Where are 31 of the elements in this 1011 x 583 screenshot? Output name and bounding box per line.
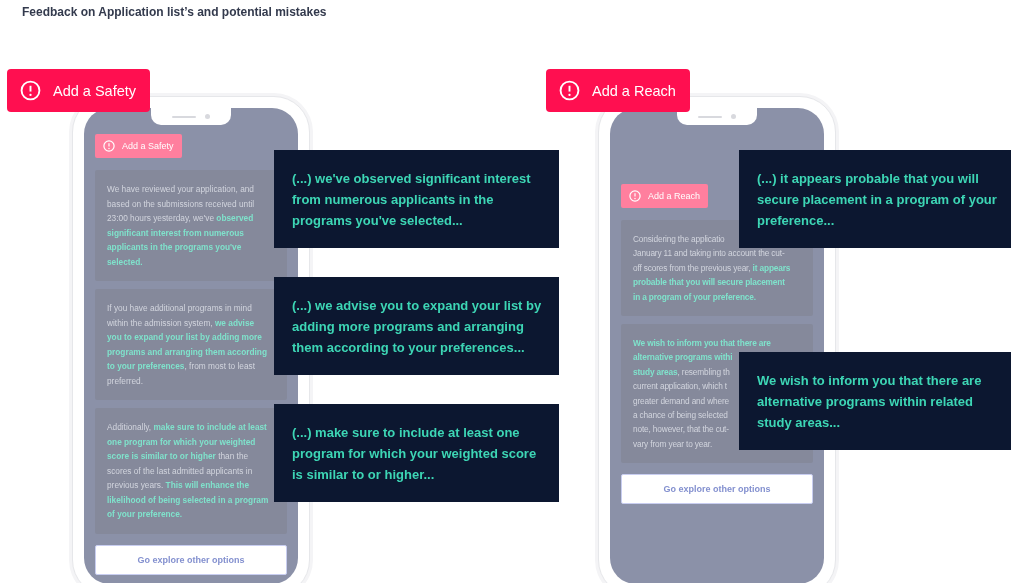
message-text: Additionally, make sure to include at least one program for which your weighted score is similar to or higher than the scores of the last admitted applicants in previous years. This will enhance the likelihood of being selected in a program of your preference.	[107, 421, 270, 521]
exclamation-icon	[559, 80, 580, 101]
message-line: probable that you will secure placement	[633, 276, 785, 290]
quote-callout: We wish to inform you that there are alternative programs within related study areas...	[739, 352, 1011, 450]
exclamation-icon	[20, 80, 41, 101]
quote-callout: (...) we've observed significant interest from numerous applicants in the programs you've selected...	[274, 150, 559, 248]
message-line: alternative programs withi	[633, 351, 733, 365]
message-line: note, however, that the cut-	[633, 423, 729, 437]
page-title: Feedback on Application list’s and potential mistakes	[22, 5, 327, 19]
message-line: greater demand and where	[633, 394, 730, 408]
explore-button[interactable]: Go explore other options	[621, 474, 813, 505]
message-line: a chance of being selected	[633, 409, 728, 423]
quote-callout: (...) it appears probable that you will secure placement in a program of your preference...	[739, 150, 1011, 248]
message-text: We have reviewed your application, and based on the submissions received until 23:00 hours yesterday, we've observed significant interest from numerous applicants in the programs you've selected.	[107, 183, 256, 269]
tag-label: Add a Reach	[592, 82, 676, 99]
message-line: January 11 and taking into account the cut-	[633, 247, 785, 261]
message-line: vary from year to year.	[633, 437, 713, 451]
tag-label: Add a Reach	[648, 191, 701, 201]
message-line: study areas, resembling th	[633, 365, 730, 379]
explore-button[interactable]: Go explore other options	[95, 544, 287, 575]
quote-callout: (...) we advise you to expand your list by adding more programs and arranging them according to your preferences...	[274, 277, 559, 375]
exclamation-icon	[629, 190, 641, 202]
message-line: in a program of your preference.	[633, 290, 756, 304]
quote-callout: (...) make sure to include at least one program for which your weighted score is similar to or higher...	[274, 404, 559, 502]
message-line: current application, which t	[633, 380, 728, 394]
message-line: We wish to inform you that there are	[633, 337, 771, 351]
message-line: off scores from the previous year, it appears	[633, 261, 791, 275]
tag-label: Add a Safety	[53, 82, 137, 99]
exclamation-icon	[103, 140, 115, 152]
message-line: Considering the applicatio	[633, 233, 725, 246]
tag-label: Add a Safety	[122, 141, 174, 151]
